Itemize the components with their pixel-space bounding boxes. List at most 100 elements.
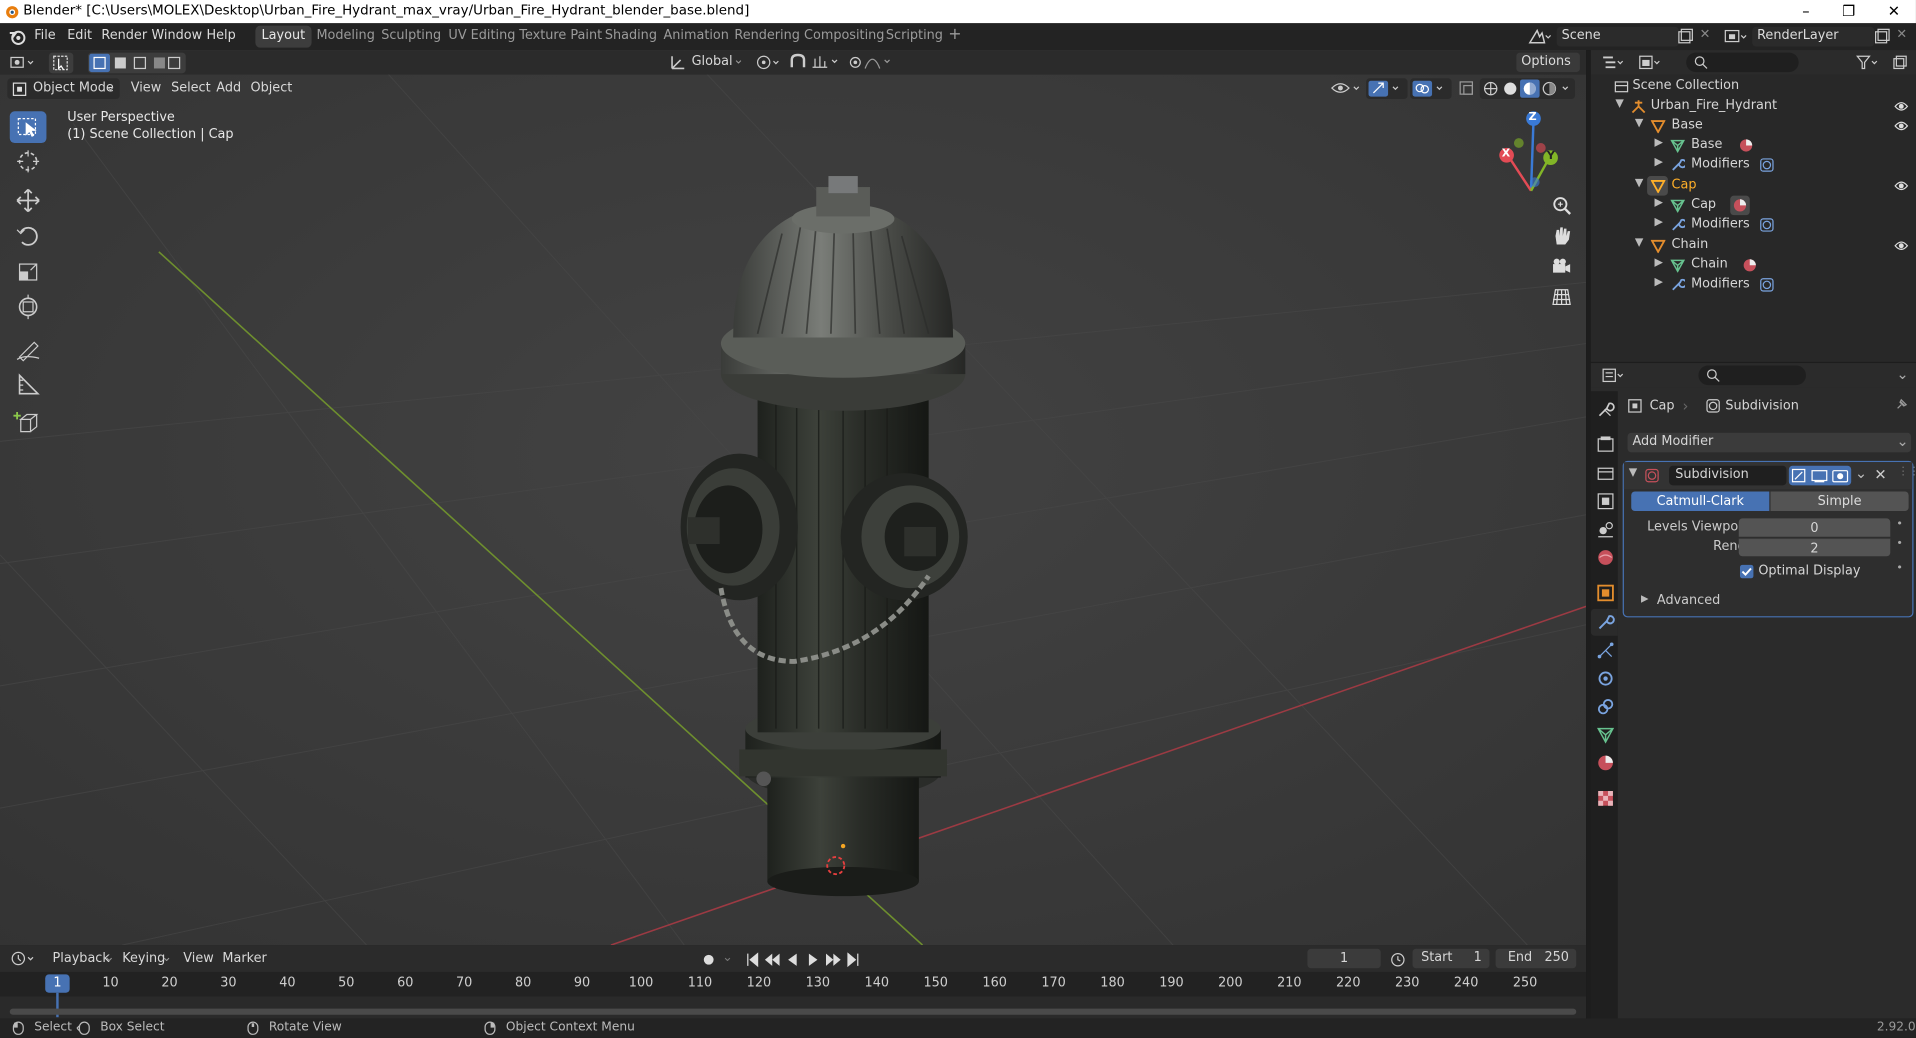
- keyframe-dot-icon[interactable]: •: [1896, 538, 1902, 550]
- collapse-arrow-icon[interactable]: ▼: [1629, 467, 1637, 479]
- material-icon[interactable]: [1742, 258, 1757, 273]
- outliner-row-chain[interactable]: ▼ Chain: [1591, 236, 1916, 256]
- tab-sculpting[interactable]: Sculpting: [375, 26, 447, 48]
- current-frame-field[interactable]: 1: [1307, 948, 1381, 969]
- transform-orientation-dropdown[interactable]: Global: [692, 54, 733, 69]
- menu-keying[interactable]: Keying: [122, 951, 165, 966]
- modifier-name-field[interactable]: Subdivision: [1669, 465, 1787, 486]
- perspective-toggle-icon[interactable]: [1551, 286, 1573, 308]
- camera-view-icon[interactable]: [1551, 256, 1573, 278]
- pan-hand-icon[interactable]: [1551, 225, 1573, 247]
- tab-layout[interactable]: Layout: [255, 25, 312, 48]
- advanced-subpanel[interactable]: ▶ Advanced: [1624, 589, 1912, 611]
- zoom-icon[interactable]: [1551, 194, 1573, 216]
- overlays-toggle[interactable]: [1410, 78, 1452, 100]
- menu-select[interactable]: Select: [171, 81, 211, 96]
- expand-arrow-icon[interactable]: ▼: [1635, 117, 1643, 129]
- subdivision-modifier-icon[interactable]: [1760, 218, 1775, 233]
- timeline-editor-icon[interactable]: [10, 950, 39, 967]
- expand-arrow-icon[interactable]: ▼: [1615, 98, 1623, 110]
- add-cube-tool[interactable]: [10, 407, 47, 439]
- expand-arrow-icon[interactable]: ▶: [1654, 137, 1662, 149]
- subdivision-modifier-icon[interactable]: [1760, 278, 1775, 293]
- constraints-tab-icon[interactable]: [1595, 696, 1617, 718]
- modifier-tab-active[interactable]: [1590, 608, 1618, 636]
- expand-arrow-icon[interactable]: ▶: [1654, 156, 1662, 168]
- new-render-layer-icon[interactable]: [1873, 28, 1890, 45]
- record-icon[interactable]: [700, 951, 717, 968]
- material-icon[interactable]: [1739, 138, 1754, 153]
- new-scene-icon[interactable]: [1676, 28, 1693, 45]
- render-tab-icon[interactable]: [1595, 434, 1617, 456]
- tab-modeling[interactable]: Modeling: [310, 26, 381, 48]
- measure-tool[interactable]: [10, 368, 47, 400]
- move-tool[interactable]: [10, 185, 47, 217]
- expand-arrow-icon[interactable]: ▶: [1654, 216, 1662, 228]
- catmull-clark-button[interactable]: Catmull-Clark: [1631, 491, 1770, 512]
- pivot-point-icon[interactable]: [755, 54, 784, 71]
- texture-tab-icon[interactable]: [1595, 787, 1617, 809]
- chevron-down-icon[interactable]: ⌄: [104, 950, 115, 965]
- remove-modifier-icon[interactable]: ✕: [1874, 466, 1886, 483]
- restore-button[interactable]: ❐: [1824, 0, 1873, 23]
- menu-timeline-view[interactable]: View: [183, 951, 213, 966]
- keyframe-dot-icon[interactable]: •: [1896, 518, 1902, 530]
- outliner-row-base[interactable]: ▼ Base: [1591, 116, 1916, 136]
- remove-scene-icon[interactable]: ✕: [1700, 27, 1711, 42]
- chevron-down-icon[interactable]: ⌄: [161, 950, 172, 965]
- remove-render-layer-icon[interactable]: ✕: [1896, 27, 1907, 42]
- expand-arrow-icon[interactable]: ▼: [1635, 177, 1643, 189]
- tab-rendering[interactable]: Rendering: [728, 26, 806, 48]
- add-modifier-dropdown[interactable]: Add Modifier ⌄: [1627, 432, 1912, 453]
- output-tab-icon[interactable]: [1595, 462, 1617, 484]
- levels-viewport-field[interactable]: 0: [1738, 518, 1891, 537]
- outliner-search-input[interactable]: [1686, 52, 1799, 73]
- outliner-row-base-modifiers[interactable]: ▶ Modifiers: [1591, 155, 1916, 175]
- tab-scripting[interactable]: Scripting: [880, 26, 949, 48]
- gizmo-x-label[interactable]: X: [1502, 148, 1510, 160]
- options-dropdown[interactable]: Options: [1516, 52, 1580, 73]
- end-frame-field[interactable]: End 250: [1495, 948, 1577, 969]
- render-layer-field[interactable]: RenderLayer: [1752, 26, 1875, 47]
- modifier-visibility-toggles[interactable]: [1788, 465, 1852, 486]
- start-frame-field[interactable]: Start 1: [1412, 948, 1490, 969]
- particles-tab-icon[interactable]: [1595, 639, 1617, 661]
- expand-arrow-icon[interactable]: ▶: [1654, 276, 1662, 288]
- scene-name-field[interactable]: Scene: [1556, 26, 1679, 47]
- properties-editor-icon[interactable]: [1601, 367, 1628, 384]
- display-mode-icon[interactable]: [1637, 54, 1664, 71]
- playback-controls[interactable]: [745, 951, 862, 968]
- menu-help[interactable]: Help: [207, 28, 236, 43]
- physics-tab-icon[interactable]: [1595, 668, 1617, 690]
- material-tab-icon[interactable]: [1595, 752, 1617, 774]
- menu-edit[interactable]: Edit: [67, 28, 92, 43]
- outliner-editor-icon[interactable]: [1601, 54, 1628, 71]
- stopwatch-icon[interactable]: [1389, 951, 1406, 968]
- menu-object[interactable]: Object: [250, 81, 292, 96]
- visibility-icon[interactable]: [1329, 79, 1363, 96]
- eye-icon[interactable]: [1894, 240, 1909, 252]
- snap-icon[interactable]: [788, 53, 842, 73]
- menu-marker[interactable]: Marker: [222, 951, 266, 966]
- 3d-viewport[interactable]: Z X Y Global ⌄ Options Object Mode ⌄ Vie…: [0, 50, 1587, 946]
- transform-orientation-icon[interactable]: [670, 54, 687, 71]
- eye-icon[interactable]: [1894, 120, 1909, 132]
- chevron-down-icon[interactable]: ⌄: [1896, 366, 1908, 383]
- tab-shading[interactable]: Shading: [599, 26, 663, 48]
- scene-tab-icon[interactable]: [1595, 518, 1617, 540]
- chevron-down-icon[interactable]: ⌄: [1855, 465, 1867, 482]
- expand-arrow-icon[interactable]: ▶: [1654, 257, 1662, 269]
- material-slot[interactable]: [1730, 195, 1750, 216]
- menu-add[interactable]: Add: [216, 81, 241, 96]
- simple-button[interactable]: Simple: [1770, 491, 1909, 512]
- gizmo-y-label[interactable]: Y: [1547, 150, 1555, 162]
- chevron-down-icon[interactable]: ⌄: [722, 950, 733, 965]
- scene-icon[interactable]: [1527, 28, 1552, 45]
- expand-arrow-icon[interactable]: ▶: [1654, 197, 1662, 209]
- object-tab-icon[interactable]: [1595, 582, 1617, 604]
- tab-compositing[interactable]: Compositing: [798, 26, 891, 48]
- cursor-tool[interactable]: [10, 145, 47, 177]
- menu-view[interactable]: View: [131, 81, 161, 96]
- tab-uv-editing[interactable]: UV Editing: [442, 26, 521, 48]
- proportional-editing-icon[interactable]: [848, 53, 897, 73]
